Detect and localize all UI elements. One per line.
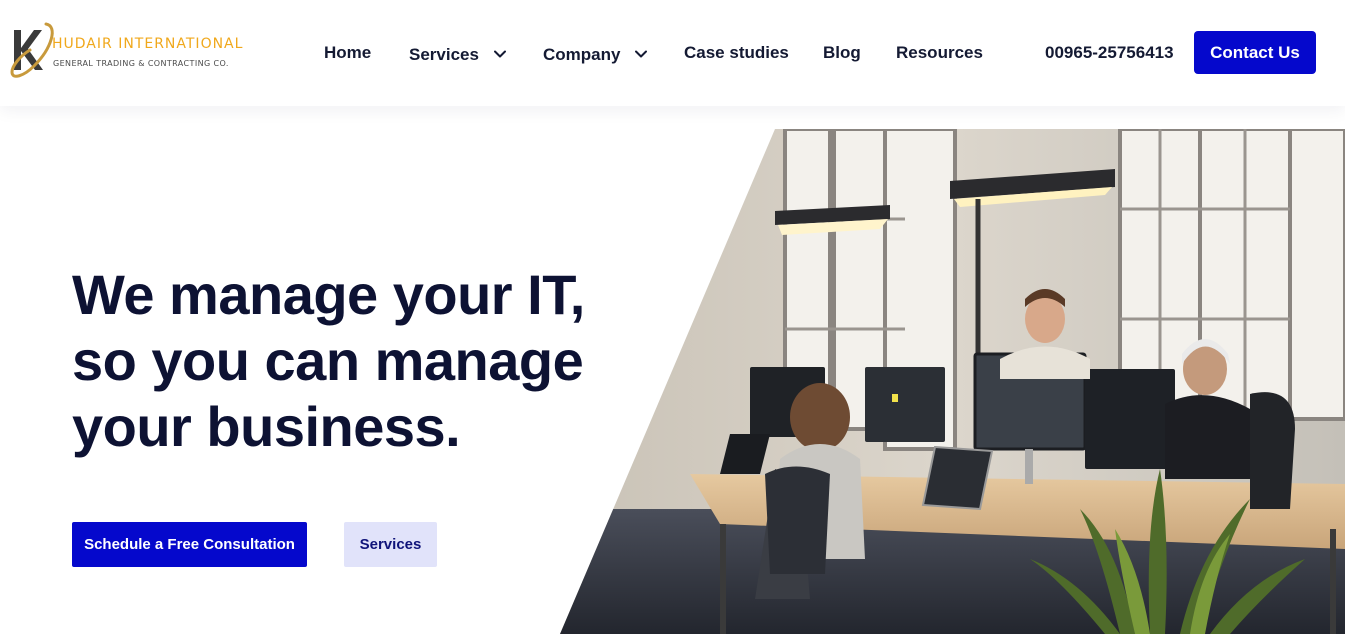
chevron-down-icon (635, 41, 648, 65)
nav-label: Blog (823, 43, 861, 62)
brand-logo[interactable]: HUDAIR INTERNATIONAL GENERAL TRADING & C… (8, 20, 248, 82)
hero-heading-line: your business. (72, 395, 461, 458)
brand-name: HUDAIR INTERNATIONAL (52, 36, 244, 52)
nav-label: Home (324, 43, 372, 62)
hero-heading: We manage your IT, so you can manage you… (72, 262, 632, 460)
chevron-down-icon (493, 41, 506, 65)
nav-label: Company (543, 45, 621, 64)
hero-heading-line: so you can manage (72, 329, 584, 392)
nav-label: Resources (896, 43, 983, 62)
nav-item-home[interactable]: Home (324, 41, 371, 65)
nav-item-resources[interactable]: Resources (896, 41, 983, 65)
site-header: HUDAIR INTERNATIONAL GENERAL TRADING & C… (0, 0, 1345, 106)
nav-item-services[interactable]: Services (409, 41, 506, 65)
phone-number-link[interactable]: 00965-25756413 (1045, 41, 1174, 65)
schedule-consultation-button[interactable]: Schedule a Free Consultation (72, 522, 307, 567)
nav-label: Case studies (684, 43, 789, 62)
nav-item-blog[interactable]: Blog (823, 41, 861, 65)
services-button[interactable]: Services (344, 522, 437, 567)
contact-us-button[interactable]: Contact Us (1194, 31, 1316, 74)
nav-label: Services (409, 45, 479, 64)
nav-item-company[interactable]: Company (543, 41, 648, 65)
hero-heading-line: We manage your IT, (72, 263, 585, 326)
nav-item-case-studies[interactable]: Case studies (684, 41, 789, 65)
brand-tagline: GENERAL TRADING & CONTRACTING CO. (53, 59, 229, 68)
office-team-photo (560, 129, 1345, 634)
